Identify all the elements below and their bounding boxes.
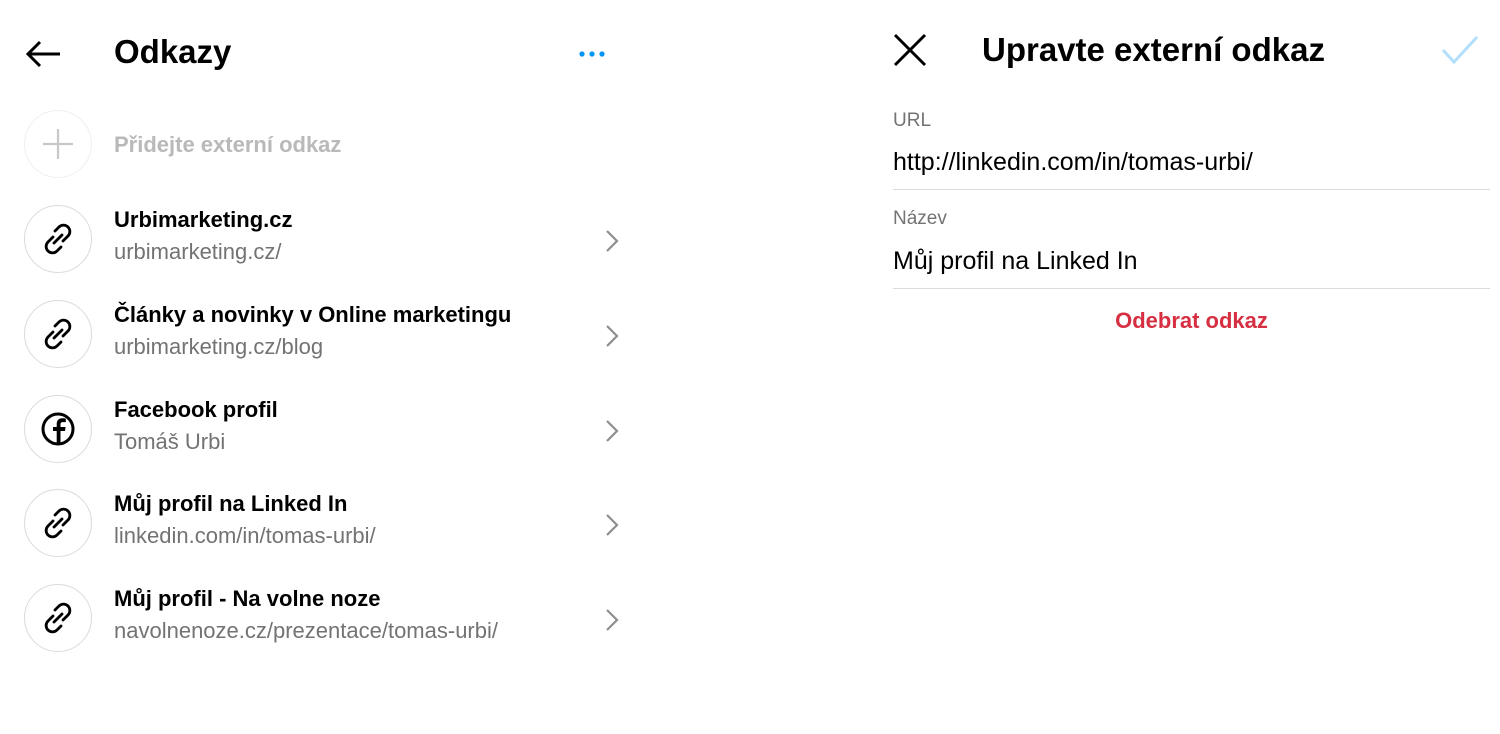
link-item[interactable]: Můj profil - Na volne noze navolnenoze.c…: [24, 584, 624, 656]
link-url: urbimarketing.cz/: [114, 239, 282, 264]
link-title: Můj profil na Linked In: [114, 491, 348, 516]
chevron-right-icon: [606, 514, 619, 536]
link-title: Můj profil - Na volne noze: [114, 586, 381, 611]
add-external-link-label: Přidejte externí odkaz: [114, 132, 342, 157]
link-title: Články a novinky v Online marketingu: [114, 302, 512, 327]
link-item[interactable]: Facebook profil Tomáš Urbi: [24, 395, 624, 467]
link-icon-circle: [24, 300, 92, 368]
link-icon-circle: [24, 205, 92, 273]
name-field-label: Název: [893, 208, 947, 229]
add-icon-circle: [24, 110, 92, 178]
more-options-button[interactable]: [574, 36, 610, 72]
link-icon: [44, 318, 72, 350]
url-input[interactable]: [893, 148, 1490, 190]
more-horizontal-icon: [579, 51, 605, 57]
edit-page-title: Upravte externí odkaz: [982, 31, 1325, 68]
link-icon: [44, 223, 72, 255]
edit-link-panel: Upravte externí odkaz URL Název Odebrat …: [860, 0, 1500, 734]
link-item[interactable]: Můj profil na Linked In linkedin.com/in/…: [24, 489, 624, 561]
page-title: Odkazy: [114, 33, 232, 70]
link-title: Facebook profil: [114, 397, 278, 422]
link-icon: [44, 602, 72, 634]
chevron-right-icon: [606, 230, 619, 252]
url-field-label: URL: [893, 110, 932, 131]
link-title: Urbimarketing.cz: [114, 207, 293, 232]
arrow-left-icon: [25, 40, 60, 68]
link-item[interactable]: Urbimarketing.cz urbimarketing.cz/: [24, 205, 624, 277]
checkmark-icon: [1441, 35, 1479, 65]
link-item[interactable]: Články a novinky v Online marketingu urb…: [24, 300, 624, 372]
link-url: navolnenoze.cz/prezentace/tomas-urbi/: [114, 618, 498, 643]
add-external-link-button[interactable]: Přidejte externí odkaz: [24, 110, 624, 182]
chevron-right-icon: [606, 325, 619, 347]
facebook-icon: [41, 412, 75, 446]
close-icon: [893, 33, 927, 67]
chevron-right-icon: [606, 609, 619, 631]
links-panel: Odkazy Přidejte externí odkaz Urbimarket…: [0, 0, 640, 734]
link-url: linkedin.com/in/tomas-urbi/: [114, 523, 376, 548]
link-url: Tomáš Urbi: [114, 429, 226, 454]
remove-link-button[interactable]: Odebrat odkaz: [893, 306, 1490, 336]
link-icon: [44, 507, 72, 539]
name-input[interactable]: [893, 247, 1490, 289]
link-icon-circle: [24, 489, 92, 557]
facebook-icon-circle: [24, 395, 92, 463]
back-button[interactable]: [24, 36, 64, 72]
plus-icon: [43, 129, 73, 159]
link-icon-circle: [24, 584, 92, 652]
close-button[interactable]: [892, 32, 928, 68]
chevron-right-icon: [606, 420, 619, 442]
save-button[interactable]: [1440, 32, 1480, 68]
link-url: urbimarketing.cz/blog: [114, 334, 324, 359]
